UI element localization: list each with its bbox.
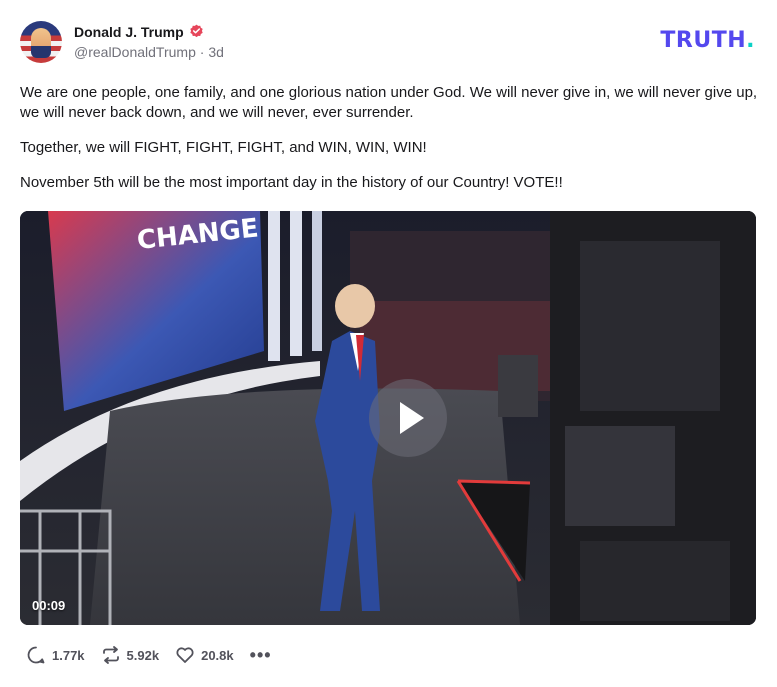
more-icon[interactable]: ••• — [250, 645, 272, 665]
reply-icon — [27, 646, 45, 664]
video-player[interactable]: CHANGE 00:09 — [20, 211, 756, 625]
verified-badge-icon — [190, 24, 203, 38]
retruth-button[interactable]: 5.92k — [101, 645, 160, 665]
post-paragraph: November 5th will be the most important … — [20, 174, 563, 191]
like-count: 20.8k — [201, 647, 234, 663]
retruth-count: 5.92k — [126, 647, 160, 663]
post-paragraph: Together, we will FIGHT, FIGHT, FIGHT, a… — [20, 139, 427, 156]
post-header: Donald J. Trump @realDonaldTrump · 3d — [20, 21, 224, 63]
reply-button[interactable]: 1.77k — [26, 645, 85, 665]
reply-count: 1.77k — [52, 647, 85, 663]
meta-separator: · — [199, 43, 205, 60]
author-handle[interactable]: @realDonaldTrump — [74, 44, 196, 60]
post-paragraph: We are one people, one family, and one g… — [20, 84, 758, 121]
avatar[interactable] — [20, 21, 62, 63]
post-time[interactable]: 3d — [208, 44, 224, 60]
like-button[interactable]: 20.8k — [175, 645, 234, 665]
truth-post: Donald J. Trump @realDonaldTrump · 3d TR… — [0, 0, 777, 687]
like-icon — [176, 647, 194, 663]
play-icon[interactable] — [369, 379, 447, 457]
author-info: Donald J. Trump @realDonaldTrump · 3d — [74, 23, 224, 62]
avatar-portrait — [31, 28, 51, 58]
post-content: We are one people, one family, and one g… — [20, 83, 760, 208]
post-actions: 1.77k 5.92k 20.8k ••• — [26, 645, 288, 665]
logo-dot: . — [746, 28, 755, 53]
name-row: Donald J. Trump — [74, 23, 224, 41]
video-duration: 00:09 — [32, 598, 66, 613]
retruth-icon — [102, 646, 119, 664]
author-meta: @realDonaldTrump · 3d — [74, 42, 224, 62]
truth-logo: TRUTH. — [660, 28, 755, 54]
author-display-name[interactable]: Donald J. Trump — [74, 23, 184, 41]
logo-text: TRUTH — [660, 28, 747, 53]
